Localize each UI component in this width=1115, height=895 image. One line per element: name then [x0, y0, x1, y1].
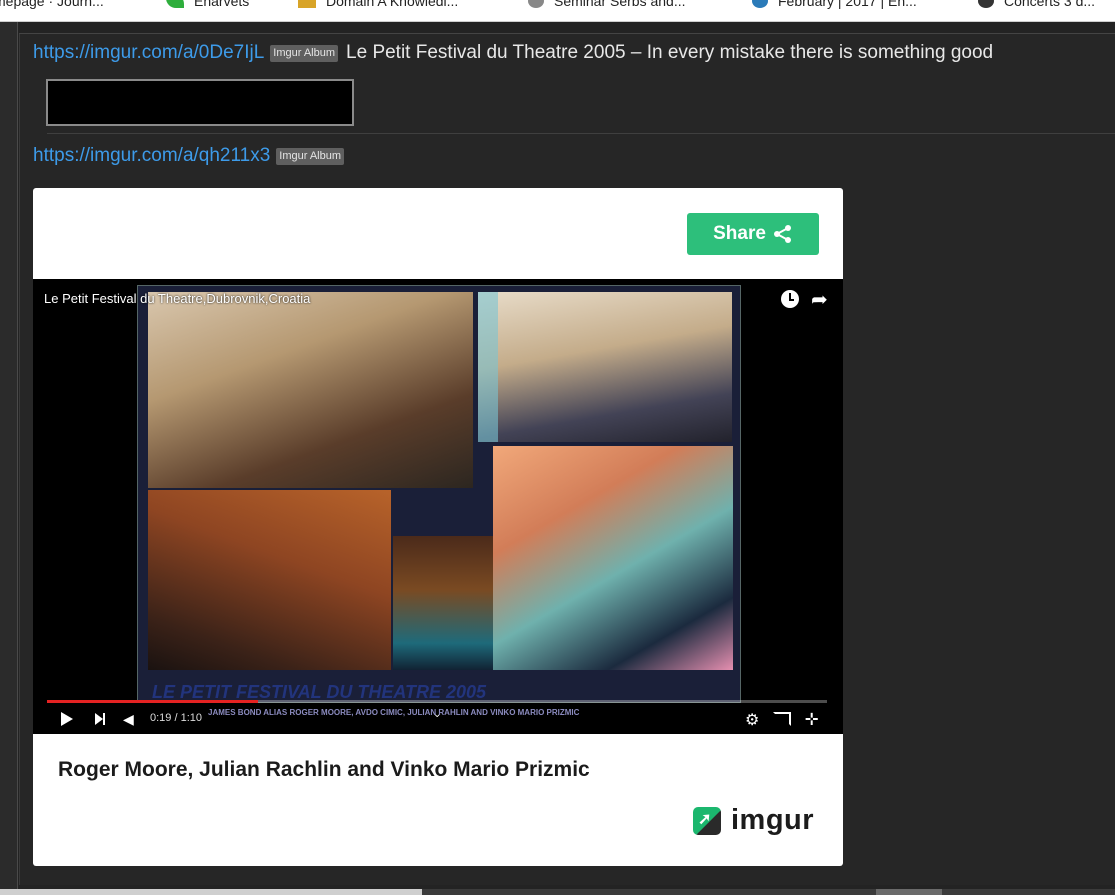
bookmark-item[interactable]: Enarvets [166, 0, 249, 9]
volume-icon[interactable]: ◀ [123, 711, 134, 728]
play-icon[interactable] [61, 712, 73, 726]
imgur-logo[interactable]: imgur [693, 804, 814, 837]
share-icon [773, 225, 791, 243]
bookmark-item[interactable]: mepage · Journ... [0, 0, 104, 9]
post-title: Le Petit Festival du Theatre 2005 – In e… [346, 42, 994, 63]
bookmark-item[interactable]: February | 2017 | En... [752, 0, 917, 9]
time-display: 0:19 / 1:10 [150, 712, 202, 724]
photo [478, 292, 732, 442]
photo [393, 536, 493, 670]
bookmark-label: mepage · Journ... [0, 0, 104, 9]
scrollbar-thumb[interactable] [876, 889, 942, 895]
progress-bar[interactable] [47, 700, 827, 703]
video-title[interactable]: Le Petit Festival du Theatre,Dubrovnik,C… [44, 291, 310, 306]
exit-fullscreen-icon[interactable]: ⊹ [805, 709, 818, 729]
bookmark-item[interactable]: Seminar Serbs and... [528, 0, 686, 9]
moon-icon [978, 0, 994, 8]
bookmark-label: Seminar Serbs and... [554, 0, 686, 9]
share-button[interactable]: Share [687, 213, 819, 255]
video-share-icon[interactable]: ➦ [811, 287, 828, 312]
bookmark-label: Concerts 3 d... [1004, 0, 1096, 9]
embedded-placeholder [46, 79, 354, 126]
photo [478, 292, 498, 442]
video-frame: LE PETIT FESTIVAL DU THEATRE 2005 JAMES … [137, 285, 741, 717]
photo [148, 490, 391, 670]
imgur-icon [693, 806, 721, 835]
embed-caption: Roger Moore, Julian Rachlin and Vinko Ma… [58, 758, 590, 781]
bookmark-label: Domain A Knowledi... [326, 0, 459, 9]
left-rail [0, 22, 18, 895]
leaf-icon [166, 0, 184, 8]
bookmark-item[interactable]: Concerts 3 d... [978, 0, 1095, 9]
next-icon[interactable] [95, 713, 105, 725]
imgur-embed-card: Share LE PETIT FESTIVAL DU THEATRE 2005 … [33, 188, 843, 866]
imgur-album-link[interactable]: https://imgur.com/a/0De7IjL [33, 42, 264, 64]
video-player[interactable]: LE PETIT FESTIVAL DU THEATRE 2005 JAMES … [33, 279, 843, 734]
bookmark-item[interactable]: Domain A Knowledi... [298, 0, 458, 9]
divider [47, 133, 1115, 134]
album-tag: Imgur Album [276, 147, 345, 165]
bookmarks-bar: mepage · Journ... Enarvets Domain A Know… [0, 0, 1115, 22]
watch-later-icon[interactable] [781, 290, 799, 308]
album-tag: Imgur Album [270, 44, 339, 62]
post-1-header: https://imgur.com/a/0De7IjL Imgur Album … [33, 42, 993, 64]
cast-icon[interactable] [773, 712, 791, 726]
folder-icon [298, 0, 316, 8]
bookmark-label: February | 2017 | En... [778, 0, 917, 9]
photo [493, 446, 733, 670]
settings-icon[interactable]: ⚙ [745, 710, 759, 730]
photo [148, 292, 473, 488]
globe-icon [528, 0, 544, 8]
post-2-header: https://imgur.com/a/qh211x3 Imgur Album [33, 145, 345, 167]
divider [19, 33, 1115, 34]
scrollbar-thumb[interactable] [0, 889, 422, 895]
wordpress-icon [752, 0, 768, 8]
progress-fill [47, 700, 258, 703]
imgur-album-link[interactable]: https://imgur.com/a/qh211x3 [33, 145, 270, 167]
share-label: Share [713, 223, 766, 244]
bookmark-label: Enarvets [194, 0, 250, 9]
chevron-down-icon[interactable]: ⌄ [433, 709, 441, 720]
horizontal-scrollbar[interactable] [0, 889, 1115, 895]
imgur-wordmark: imgur [731, 804, 815, 836]
